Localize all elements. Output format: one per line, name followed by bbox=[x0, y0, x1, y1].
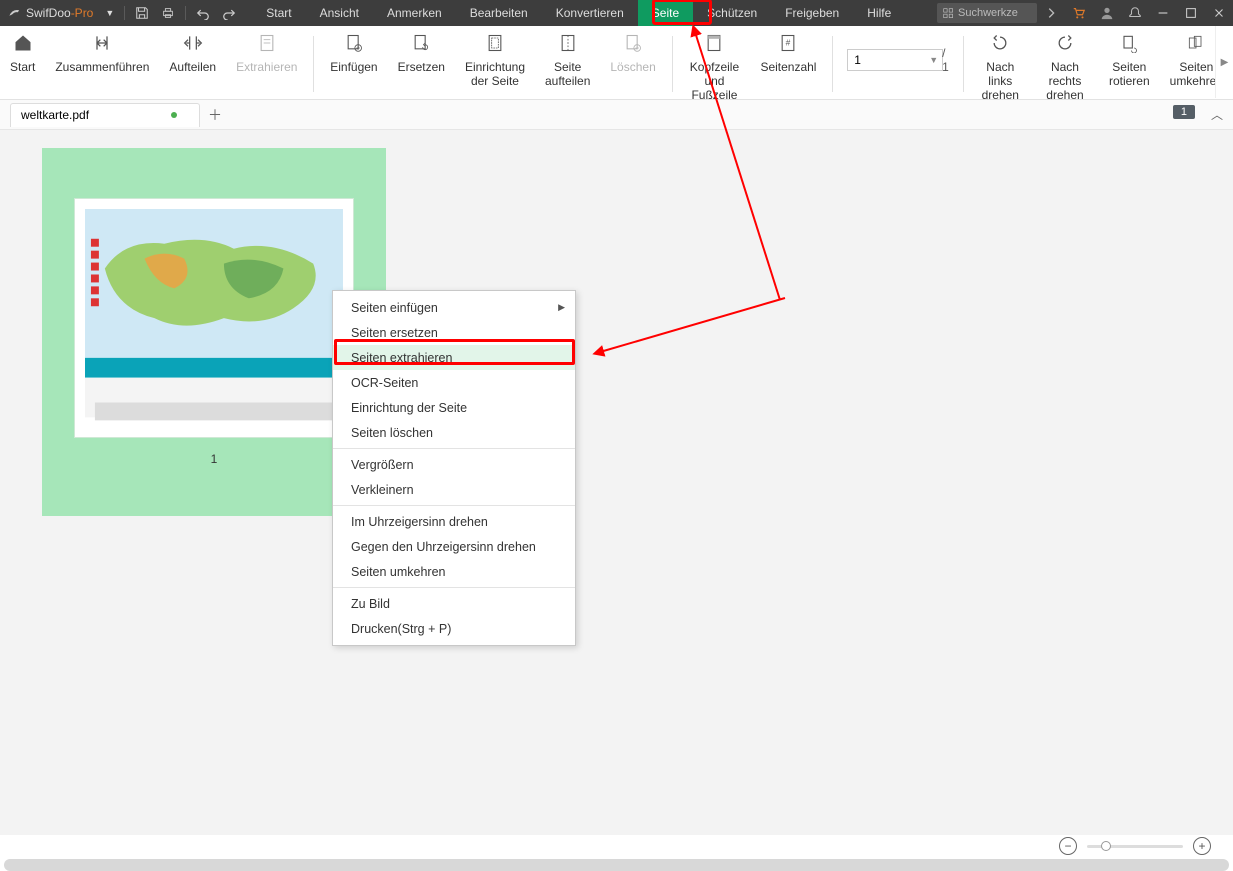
page-dropdown-icon[interactable]: ▼ bbox=[929, 55, 938, 65]
ribbon-insert[interactable]: Einfügen bbox=[320, 32, 387, 74]
menu-schuetzen[interactable]: Schützen bbox=[693, 0, 771, 26]
rotate-left-icon bbox=[990, 33, 1010, 53]
split-page-icon bbox=[558, 33, 578, 53]
zoom-slider-knob[interactable] bbox=[1101, 841, 1111, 851]
menu-konvertieren[interactable]: Konvertieren bbox=[542, 0, 638, 26]
split-icon bbox=[183, 33, 203, 53]
minimize-button[interactable] bbox=[1149, 0, 1177, 26]
reverse-icon bbox=[1186, 33, 1206, 53]
ctx-extract-pages[interactable]: Seiten extrahieren bbox=[333, 345, 575, 370]
menu-freigeben[interactable]: Freigeben bbox=[771, 0, 853, 26]
horizontal-scrollbar[interactable] bbox=[4, 859, 1229, 871]
ribbon-split-page[interactable]: Seiteaufteilen bbox=[535, 32, 600, 88]
close-button[interactable] bbox=[1205, 0, 1233, 26]
header-footer-icon bbox=[704, 33, 724, 53]
ctx-page-setup[interactable]: Einrichtung der Seite bbox=[333, 395, 575, 420]
page-canvas: 1 bbox=[0, 130, 1233, 835]
replace-icon bbox=[411, 33, 431, 53]
thumbnail-number: 1 bbox=[211, 452, 218, 466]
modified-indicator-icon bbox=[171, 112, 177, 118]
app-menu-dropdown[interactable]: ▼ bbox=[99, 8, 120, 18]
page-number-icon: # bbox=[778, 33, 798, 53]
context-menu: Seiten einfügen▶ Seiten ersetzen Seiten … bbox=[332, 290, 576, 646]
rotate-pages-icon bbox=[1119, 33, 1139, 53]
extract-icon bbox=[257, 33, 277, 53]
page-badge[interactable]: 1 bbox=[1173, 105, 1195, 119]
menu-bearbeiten[interactable]: Bearbeiten bbox=[456, 0, 542, 26]
ctx-rotate-ccw[interactable]: Gegen den Uhrzeigersinn drehen bbox=[333, 534, 575, 559]
redo-icon[interactable] bbox=[216, 0, 242, 26]
ribbon-rotate-right[interactable]: Nach rechtsdrehen bbox=[1031, 32, 1099, 102]
main-menu: Start Ansicht Anmerken Bearbeiten Konver… bbox=[252, 0, 905, 26]
menu-ansicht[interactable]: Ansicht bbox=[306, 0, 373, 26]
ctx-insert-pages[interactable]: Seiten einfügen▶ bbox=[333, 295, 575, 320]
insert-icon bbox=[344, 33, 364, 53]
document-tabs: weltkarte.pdf ＋ 1 ︿ bbox=[0, 100, 1233, 130]
collapse-ribbon-icon[interactable]: ︿ bbox=[1211, 106, 1223, 123]
ribbon-merge[interactable]: Zusammenführen bbox=[45, 32, 159, 74]
bird-icon bbox=[8, 6, 22, 20]
save-icon[interactable] bbox=[129, 0, 155, 26]
ctx-reverse-pages[interactable]: Seiten umkehren bbox=[333, 559, 575, 584]
print-icon[interactable] bbox=[155, 0, 181, 26]
ribbon-seite: Start Zusammenführen Aufteilen Extrahier… bbox=[0, 26, 1233, 100]
ctx-replace-pages[interactable]: Seiten ersetzen bbox=[333, 320, 575, 345]
document-content-preview bbox=[85, 209, 343, 427]
ctx-rotate-cw[interactable]: Im Uhrzeigersinn drehen bbox=[333, 509, 575, 534]
grid-icon bbox=[943, 8, 954, 19]
chevron-right-icon[interactable] bbox=[1037, 0, 1065, 26]
page-thumbnail[interactable] bbox=[74, 198, 354, 438]
document-tab[interactable]: weltkarte.pdf bbox=[10, 103, 200, 127]
menu-start[interactable]: Start bbox=[252, 0, 305, 26]
zoom-in-button[interactable]: + bbox=[1193, 837, 1211, 855]
ctx-zoom-in[interactable]: Vergrößern bbox=[333, 452, 575, 477]
title-bar: SwifDoo-Pro ▼ Start Ansicht Anmerken Bea… bbox=[0, 0, 1233, 26]
ribbon-replace[interactable]: Ersetzen bbox=[388, 32, 455, 74]
zoom-bar: − + bbox=[0, 835, 1233, 857]
ribbon-header-footer[interactable]: Kopfzeileund Fußzeile bbox=[679, 32, 751, 102]
add-tab-button[interactable]: ＋ bbox=[204, 104, 226, 126]
ctx-delete-pages[interactable]: Seiten löschen bbox=[333, 420, 575, 445]
page-total: / 1 bbox=[942, 46, 949, 74]
cart-icon[interactable] bbox=[1065, 0, 1093, 26]
document-tab-label: weltkarte.pdf bbox=[21, 108, 89, 122]
ctx-print[interactable]: Drucken(Strg + P) bbox=[333, 616, 575, 641]
ribbon-rotate-pages[interactable]: Seitenrotieren bbox=[1099, 32, 1160, 88]
menu-seite[interactable]: Seite bbox=[638, 0, 693, 26]
merge-icon bbox=[92, 33, 112, 53]
svg-text:#: # bbox=[786, 38, 791, 48]
delete-icon bbox=[623, 33, 643, 53]
menu-anmerken[interactable]: Anmerken bbox=[373, 0, 456, 26]
page-setup-icon bbox=[485, 33, 505, 53]
ribbon-extract: Extrahieren bbox=[226, 32, 307, 74]
maximize-button[interactable] bbox=[1177, 0, 1205, 26]
ribbon-page-number[interactable]: # Seitenzahl bbox=[750, 32, 826, 74]
zoom-slider[interactable] bbox=[1087, 845, 1183, 848]
search-tools[interactable]: Suchwerkze bbox=[937, 3, 1037, 23]
search-tools-label: Suchwerkze bbox=[958, 7, 1018, 19]
rotate-right-icon bbox=[1055, 33, 1075, 53]
undo-icon[interactable] bbox=[190, 0, 216, 26]
page-number-control: ▼ / 1 bbox=[839, 46, 957, 74]
app-name: SwifDoo-Pro bbox=[26, 6, 93, 20]
home-icon bbox=[13, 33, 33, 53]
menu-hilfe[interactable]: Hilfe bbox=[853, 0, 905, 26]
ctx-zoom-out[interactable]: Verkleinern bbox=[333, 477, 575, 502]
ribbon-delete: Löschen bbox=[600, 32, 665, 74]
ribbon-rotate-left[interactable]: Nach linksdrehen bbox=[970, 32, 1031, 102]
ribbon-split[interactable]: Aufteilen bbox=[159, 32, 226, 74]
ctx-ocr-pages[interactable]: OCR-Seiten bbox=[333, 370, 575, 395]
zoom-out-button[interactable]: − bbox=[1059, 837, 1077, 855]
ribbon-start[interactable]: Start bbox=[0, 32, 45, 74]
ctx-to-image[interactable]: Zu Bild bbox=[333, 591, 575, 616]
ribbon-page-setup[interactable]: Einrichtungder Seite bbox=[455, 32, 535, 88]
bell-icon[interactable] bbox=[1121, 0, 1149, 26]
app-logo: SwifDoo-Pro bbox=[0, 6, 99, 20]
submenu-arrow-icon: ▶ bbox=[558, 302, 565, 313]
ribbon-scroll-right[interactable]: ▶ bbox=[1215, 26, 1233, 98]
user-icon[interactable] bbox=[1093, 0, 1121, 26]
